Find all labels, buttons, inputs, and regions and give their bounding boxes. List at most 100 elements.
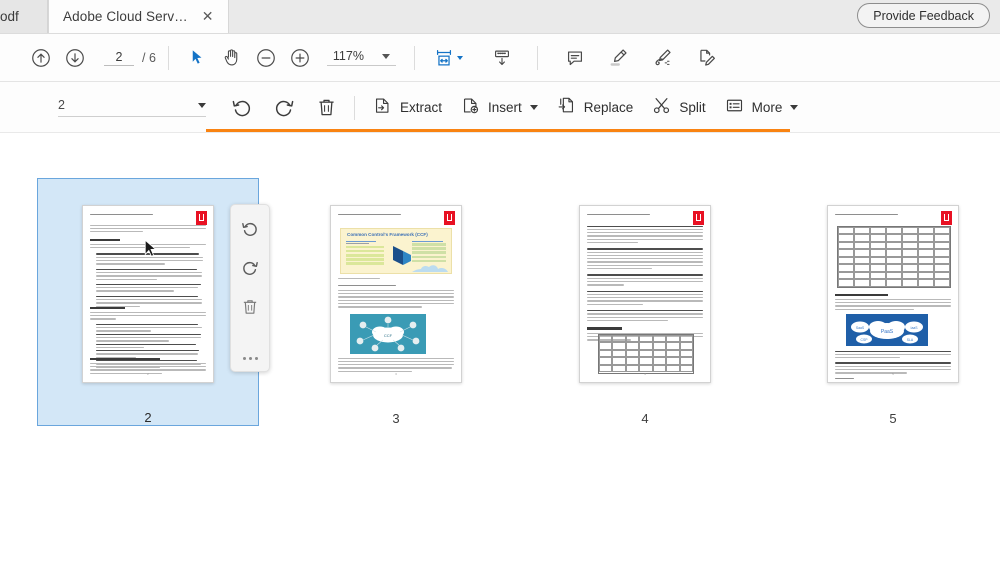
table-cell	[854, 264, 870, 272]
plus-circle-icon[interactable]	[283, 41, 317, 75]
table-cell	[680, 350, 693, 358]
table-cell	[680, 342, 693, 350]
table-cell	[918, 257, 934, 265]
table-cell	[854, 234, 870, 242]
fit-width-icon[interactable]	[427, 41, 461, 75]
cursor-arrow-icon[interactable]	[181, 41, 215, 75]
cloud-services-figure: PaaS SaaS IaaS CSP SLA	[846, 314, 928, 346]
page-header-text	[338, 214, 439, 217]
page-thumbnail-2[interactable]: 2	[37, 178, 259, 426]
svg-text:CCF: CCF	[384, 333, 393, 338]
table-cell	[599, 335, 612, 343]
table-cell	[626, 342, 639, 350]
table-cell	[854, 257, 870, 265]
chevron-down-icon	[790, 105, 798, 110]
table-cell	[870, 227, 886, 235]
table-cell	[934, 272, 950, 280]
arrow-down-circle-icon[interactable]	[58, 41, 92, 75]
table-cell	[854, 272, 870, 280]
table-cell	[838, 249, 854, 257]
section-heading-block	[835, 294, 951, 313]
table-cell	[902, 279, 918, 287]
table-cell	[626, 335, 639, 343]
table-cell	[838, 234, 854, 242]
arrow-up-circle-icon[interactable]	[24, 41, 58, 75]
page-thumbnail-image-wrap: PaaS SaaS IaaS CSP SLA	[782, 178, 1000, 409]
figure-caption	[338, 278, 454, 281]
table-cell	[854, 227, 870, 235]
ccf-figure: Common Control's Framework (CCF)	[340, 228, 452, 274]
page-footer-number: 4	[580, 372, 710, 376]
table-cell	[870, 272, 886, 280]
page-footer-number: 2	[83, 372, 213, 376]
chevron-down-icon	[198, 103, 206, 108]
rotate-clockwise-icon[interactable]	[237, 255, 263, 280]
table-cell	[886, 264, 902, 272]
chevron-down-icon[interactable]	[457, 56, 463, 60]
trash-icon[interactable]	[237, 295, 263, 320]
table-cell	[886, 242, 902, 250]
svg-text:PaaS: PaaS	[881, 329, 894, 335]
trash-icon[interactable]	[308, 90, 344, 126]
highlighter-icon[interactable]	[602, 41, 636, 75]
table-cell	[918, 249, 934, 257]
table-cell	[918, 227, 934, 235]
adobe-logo-icon	[196, 211, 207, 225]
page-thumbnail-grid: 2	[0, 134, 1000, 585]
ccf-figure-title: Common Control's Framework (CCF)	[347, 232, 428, 237]
chevron-down-icon	[530, 105, 538, 110]
rotate-clockwise-icon[interactable]	[266, 90, 302, 126]
page-thumbnail-3[interactable]: Common Control's Framework (CCF)	[285, 178, 507, 426]
table-cell	[612, 335, 625, 343]
provide-feedback-button[interactable]: Provide Feedback	[857, 3, 990, 28]
extract-pages-icon	[372, 95, 393, 121]
table-cell	[918, 242, 934, 250]
table-cell	[918, 279, 934, 287]
table-cell	[680, 357, 693, 365]
comment-icon[interactable]	[558, 41, 592, 75]
page-thumbnail-5[interactable]: PaaS SaaS IaaS CSP SLA	[782, 178, 1000, 426]
table-cell	[854, 249, 870, 257]
page-select-dropdown[interactable]: 2	[58, 98, 206, 117]
page-thumbnail-image-wrap: 2	[38, 179, 258, 408]
insert-pages-button[interactable]: Insert	[451, 90, 547, 126]
rotate-counterclockwise-icon[interactable]	[224, 90, 260, 126]
table-cell	[918, 234, 934, 242]
page-thumbnail-4[interactable]: 4 4	[534, 178, 756, 426]
extract-pages-button[interactable]: Extract	[363, 90, 451, 126]
page-thumbnail-image-wrap: 4	[534, 178, 756, 409]
page-number-label: 5	[889, 409, 896, 426]
tab-title: Adobe Cloud Serv…	[63, 9, 188, 24]
more-options-label: More	[752, 100, 783, 115]
split-pages-button[interactable]: Split	[642, 90, 714, 126]
pen-draw-icon[interactable]	[646, 41, 680, 75]
table-cell	[666, 335, 679, 343]
page-preview-4: 4	[579, 205, 711, 383]
page-scroll-icon[interactable]	[485, 41, 519, 75]
table-cell	[934, 242, 950, 250]
more-options-button[interactable]: More	[715, 90, 808, 126]
table-cell	[886, 279, 902, 287]
tab-document-partial[interactable]: odf	[0, 0, 48, 33]
closing-paragraphs	[835, 351, 951, 381]
replace-pages-button[interactable]: Replace	[547, 90, 643, 126]
table-cell	[838, 257, 854, 265]
hand-icon[interactable]	[215, 41, 249, 75]
page-footer-number: 5	[828, 372, 958, 376]
extract-pages-label: Extract	[400, 100, 442, 115]
page-number-input[interactable]	[104, 50, 134, 66]
more-options-icon[interactable]	[237, 346, 263, 371]
minus-circle-icon[interactable]	[249, 41, 283, 75]
table-cell	[870, 242, 886, 250]
tab-adobe-cloud-services[interactable]: Adobe Cloud Serv… ✕	[48, 0, 229, 33]
toolbar-divider	[537, 46, 538, 70]
table-cell	[599, 350, 612, 358]
rotate-counterclockwise-icon[interactable]	[237, 216, 263, 241]
close-icon[interactable]: ✕	[202, 9, 214, 23]
table-cell	[612, 350, 625, 358]
table-cell	[902, 227, 918, 235]
table-cell	[870, 264, 886, 272]
fill-and-sign-icon[interactable]	[690, 41, 724, 75]
toolbar-divider	[414, 46, 415, 70]
zoom-level-dropdown[interactable]: 117%	[327, 49, 396, 66]
